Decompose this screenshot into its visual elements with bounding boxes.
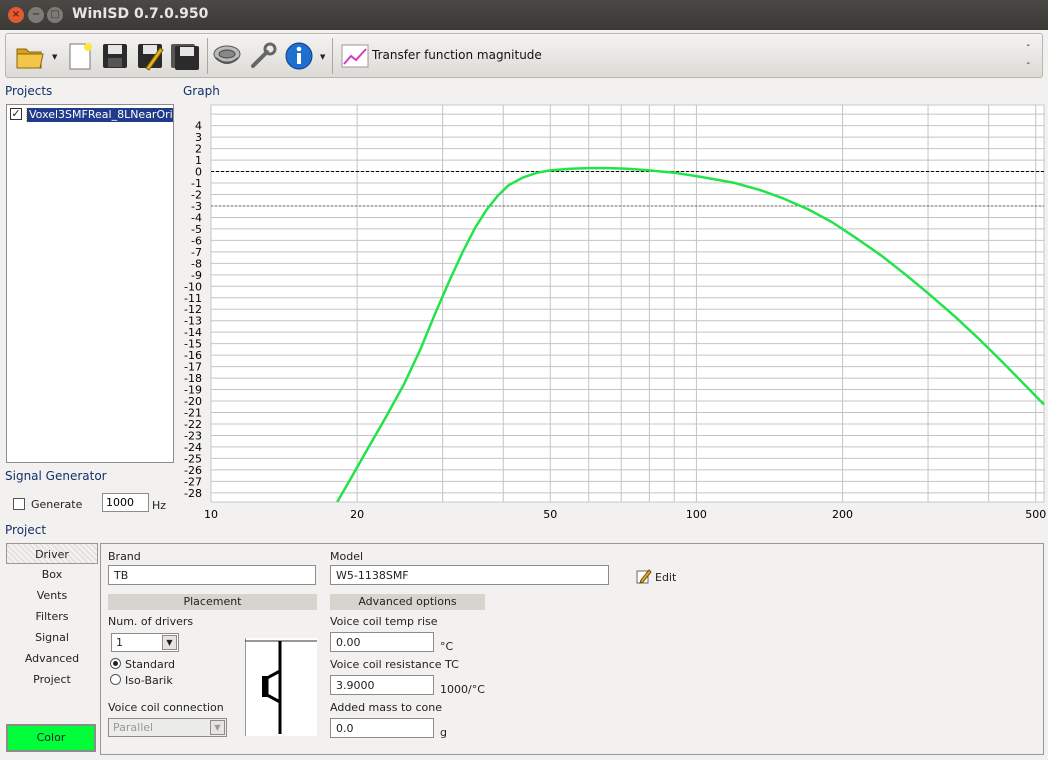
graph-type-label[interactable]: Transfer function magnitude (372, 48, 542, 62)
added-mass-unit: g (440, 726, 447, 739)
vc-temp-label: Voice coil temp rise (330, 615, 438, 628)
y-tick-label: -28 (184, 487, 202, 500)
graph-label: Graph (183, 84, 220, 98)
color-button[interactable]: Color (6, 724, 96, 752)
added-mass-input[interactable] (330, 718, 434, 738)
toolbar-separator (207, 38, 208, 74)
x-tick-label: 500 (1025, 508, 1046, 521)
project-section-label: Project (5, 523, 47, 537)
open-dropdown-arrow-icon[interactable]: ▼ (52, 53, 57, 61)
speaker-placement-diagram (245, 638, 317, 736)
frequency-input[interactable] (102, 493, 149, 512)
x-tick-label: 50 (543, 508, 557, 521)
title-bar: × − □ WinISD 0.7.0.950 (0, 0, 1048, 30)
projects-list[interactable]: ✓ Voxel3SMFReal_8LNearOrig (6, 104, 174, 463)
x-tick-label: 10 (204, 508, 218, 521)
vc-temp-unit: °C (440, 640, 454, 653)
tools-wrench-icon[interactable] (247, 40, 279, 72)
advanced-options-header: Advanced options (330, 594, 485, 610)
y-axis-tick-labels: 43210-1-2-3-4-5-6-7-8-9-10-11-12-13-14-1… (184, 120, 202, 500)
driver-speaker-icon[interactable] (211, 40, 243, 72)
signal-generator-label: Signal Generator (5, 469, 107, 483)
tab-advanced[interactable]: Advanced (6, 648, 98, 669)
save-all-icon[interactable] (169, 40, 201, 72)
placement-header: Placement (108, 594, 317, 610)
minimize-window-button[interactable]: − (28, 7, 44, 23)
tab-project[interactable]: Project (6, 669, 98, 690)
brand-label: Brand (108, 550, 141, 563)
graph-icon[interactable] (339, 40, 371, 72)
project-tabs: Driver Box Vents Filters Signal Advanced… (6, 543, 98, 690)
generate-checkbox[interactable] (13, 498, 25, 510)
tab-filters[interactable]: Filters (6, 606, 98, 627)
maximize-window-button[interactable]: □ (47, 7, 63, 23)
vc-resistance-unit: 1000/°C (440, 683, 485, 696)
close-window-button[interactable]: × (8, 7, 24, 23)
toolbar-dash-bottom: - (1026, 58, 1030, 69)
open-folder-icon[interactable] (14, 40, 46, 72)
standard-radio[interactable] (110, 658, 121, 669)
projects-label: Projects (5, 84, 53, 98)
vc-connection-value: Parallel (113, 721, 154, 734)
edit-button[interactable]: Edit (655, 571, 676, 584)
edit-pencil-icon[interactable] (636, 568, 652, 584)
x-tick-label: 100 (686, 508, 707, 521)
project-name[interactable]: Voxel3SMFReal_8LNearOrig (26, 108, 173, 122)
model-input[interactable] (330, 565, 609, 585)
vc-temp-input[interactable] (330, 632, 434, 652)
project-list-item[interactable]: ✓ Voxel3SMFReal_8LNearOrig (9, 108, 173, 122)
num-drivers-value: 1 (116, 636, 123, 649)
vc-connection-label: Voice coil connection (108, 701, 224, 714)
vc-resistance-input[interactable] (330, 675, 434, 695)
x-axis-tick-labels: 10 20 50 100 200 500 (204, 508, 1046, 521)
vc-connection-select: Parallel ▼ (108, 718, 227, 737)
tab-signal[interactable]: Signal (6, 627, 98, 648)
vc-resistance-label: Voice coil resistance TC (330, 658, 459, 671)
model-label: Model (330, 550, 364, 563)
toolbar-dash-top: - (1026, 40, 1030, 51)
project-visible-checkbox[interactable]: ✓ (10, 108, 22, 120)
x-tick-label: 20 (350, 508, 364, 521)
frequency-unit-label: Hz (152, 499, 167, 512)
num-drivers-label: Num. of drivers (108, 615, 194, 628)
tab-box[interactable]: Box (6, 564, 98, 585)
isobarik-radio[interactable] (110, 674, 121, 685)
added-mass-label: Added mass to cone (330, 701, 443, 714)
x-tick-label: 200 (832, 508, 853, 521)
save-as-icon[interactable] (134, 40, 166, 72)
info-icon[interactable] (283, 40, 315, 72)
transfer-function-chart[interactable]: 43210-1-2-3-4-5-6-7-8-9-10-11-12-13-14-1… (180, 100, 1046, 524)
standard-radio-label: Standard (125, 658, 176, 671)
generate-label: Generate (31, 498, 83, 511)
tab-vents[interactable]: Vents (6, 585, 98, 606)
chevron-down-icon[interactable]: ▼ (162, 635, 177, 650)
toolbar-separator (332, 38, 333, 74)
window-title: WinISD 0.7.0.950 (72, 6, 209, 22)
tab-driver[interactable]: Driver (6, 543, 98, 564)
plot-area[interactable] (210, 104, 1045, 503)
save-icon[interactable] (99, 40, 131, 72)
brand-input[interactable] (108, 565, 316, 585)
isobarik-radio-label: Iso-Barik (125, 674, 173, 687)
info-dropdown-arrow-icon[interactable]: ▼ (320, 53, 325, 61)
chevron-down-icon: ▼ (210, 720, 225, 735)
new-document-icon[interactable] (64, 40, 96, 72)
toolbar: ▼ ▼ Transfer function magnitude - - (5, 33, 1043, 78)
num-drivers-select[interactable]: 1 ▼ (111, 633, 179, 652)
